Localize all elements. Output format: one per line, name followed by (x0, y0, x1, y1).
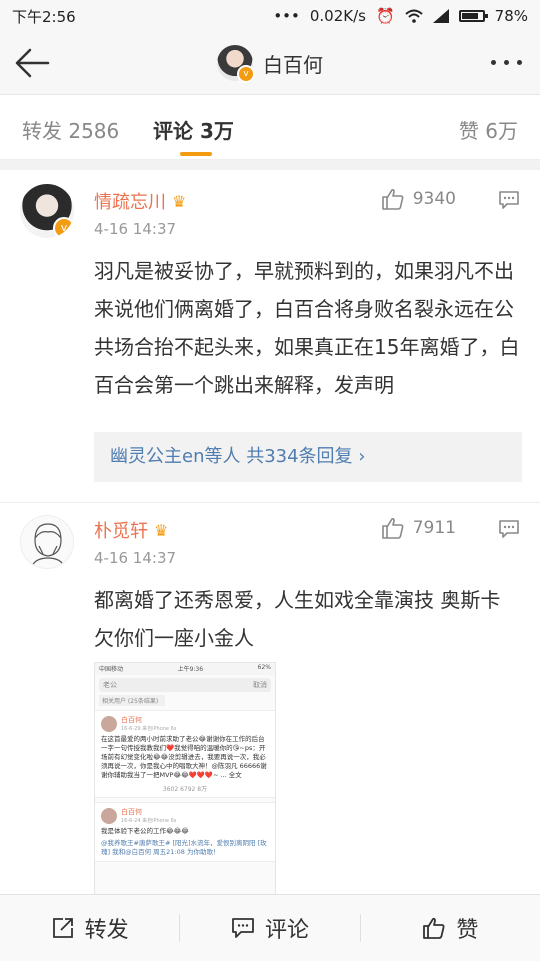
commenter-name[interactable]: 情疏忘川 ♛ (94, 188, 186, 214)
crown-icon: ♛ (154, 520, 169, 540)
more-button[interactable] (486, 50, 526, 74)
image-post-avatar (101, 807, 117, 824)
image-post-header: 白百何 16-6-24 来自iPhone 6s (101, 807, 269, 824)
comment-button[interactable]: 评论 (180, 912, 359, 944)
comment-image[interactable]: 中国移动 上午9:36 62% 老公 取消 相关用户 (25条结果) 白百何 1… (94, 662, 276, 898)
more-dot-icon (516, 59, 522, 65)
comment-time: 4-16 14:37 (94, 220, 177, 238)
reply-button[interactable] (498, 519, 520, 539)
tab-bar: 转发 2586 评论 3万 赞 6万 (0, 95, 540, 160)
status-dots: ••• (273, 7, 300, 25)
wifi-icon (404, 9, 423, 23)
tab-like[interactable]: 赞 6万 (459, 115, 518, 144)
tab-repost[interactable]: 转发 2586 (22, 115, 119, 144)
comment-item: v 情疏忘川 ♛ 4-16 14:37 9340 羽凡是被妥协了，早就预料到的，… (0, 170, 540, 510)
image-post-avatar (101, 715, 117, 732)
nav-avatar: v (217, 45, 255, 83)
active-tab-indicator (180, 152, 212, 156)
image-post: 白百何 16-6-24 来自iPhone 6s 我是体验下老公的工作😂😂😂 @我… (95, 802, 275, 862)
image-post-meta: 16-6-29 来自iPhone 6s (121, 726, 177, 732)
thumbs-up-icon (381, 188, 404, 210)
nav-user[interactable]: v 白百何 (217, 45, 323, 83)
like-count: 9340 (412, 189, 456, 209)
image-battery: 62% (257, 664, 271, 671)
comment-label: 评论 (264, 918, 309, 943)
verified-badge-icon: v (237, 65, 255, 83)
page-title: 白百何 (263, 52, 323, 77)
like-label: 赞 (456, 918, 479, 943)
repost-button[interactable]: 转发 (0, 912, 179, 944)
image-time: 上午9:36 (177, 666, 204, 673)
image-status-bar: 中国移动 上午9:36 62% (95, 663, 275, 675)
sketch-avatar-icon (30, 523, 66, 568)
image-post-footer: @我养歌王#唐萨歌王# [阳光]水流年，爱恨别离阴阳 [玫瑰] 我和@白百何 周… (101, 839, 267, 856)
comment-text: 羽凡是被妥协了，早就预料到的，如果羽凡不出来说他们俩离婚了，白百合将身败名裂永远… (94, 259, 520, 397)
image-post-counts: 3602 6792 8万 (162, 786, 208, 793)
more-dot-icon (503, 59, 509, 65)
alarm-icon: ⏰ (375, 7, 395, 25)
like-button[interactable]: 7911 (381, 517, 456, 539)
like-button-bottom[interactable]: 赞 (361, 912, 540, 944)
comment-bubble-icon (232, 918, 254, 938)
back-button[interactable] (14, 46, 50, 80)
thumbs-up-icon (423, 917, 445, 939)
share-icon (52, 918, 73, 938)
nav-bar: v 白百何 (0, 32, 540, 95)
commenter-avatar[interactable]: v (20, 184, 74, 238)
image-post-name: 白百何 (121, 808, 142, 816)
thumbs-up-icon (381, 517, 404, 539)
image-carrier: 中国移动 (99, 666, 124, 673)
comment-text: 都离婚了还秀恩爱，人生如戏全靠演技 奥斯卡欠你们一座小金人 (94, 588, 501, 650)
reply-summary-link[interactable]: 幽灵公主en等人 共334条回复 › (94, 432, 522, 482)
bottom-action-bar: 转发 评论 赞 (0, 894, 540, 961)
reply-button[interactable] (498, 190, 520, 210)
status-bar: 下午2:56 ••• 0.02K/s ⏰ 78% (0, 0, 540, 32)
commenter-avatar[interactable] (20, 515, 74, 569)
image-post: 白百何 16-6-29 来自iPhone 6s 在这首最爱的两小时前求助了老公😂… (95, 710, 275, 798)
image-post-body: 我是体验下老公的工作😂😂😂 (101, 827, 189, 835)
repost-label: 转发 (84, 918, 129, 943)
comment-bubble-icon (499, 520, 519, 538)
like-count: 7911 (412, 518, 456, 538)
like-button[interactable]: 9340 (381, 188, 456, 210)
network-speed: 0.02K/s (309, 7, 366, 25)
verified-badge-icon: v (53, 217, 74, 238)
signal-icon (432, 9, 449, 23)
battery-percent: 78% (494, 7, 528, 25)
crown-icon: ♛ (172, 191, 187, 211)
comment-time: 4-16 14:37 (94, 549, 177, 567)
more-dot-icon (490, 59, 496, 65)
image-search-text: 老公 (103, 681, 117, 689)
image-post-body: 在这首最爱的两小时前求助了老公😂谢谢你在工作的后台一字一句传授我教我们❤️我觉得… (101, 735, 267, 779)
image-post-meta: 16-6-24 来自iPhone 6s (121, 818, 177, 824)
back-arrow-icon (15, 48, 50, 78)
image-post-header: 白百何 16-6-29 来自iPhone 6s (101, 715, 269, 732)
comment-bubble-icon (499, 191, 519, 209)
status-right: ••• 0.02K/s ⏰ 78% (273, 7, 528, 25)
image-post-name: 白百何 (121, 716, 142, 724)
image-cancel-text: 取消 (253, 681, 267, 689)
commenter-name-text: 朴觅轩 (94, 521, 148, 542)
image-chip: 相关用户 (25条结果) (99, 695, 165, 706)
image-search-bar: 老公 取消 (99, 678, 271, 692)
commenter-name-text: 情疏忘川 (94, 192, 166, 213)
tab-comment[interactable]: 评论 3万 (153, 115, 234, 144)
commenter-name[interactable]: 朴觅轩 ♛ (94, 517, 168, 543)
battery-icon (458, 10, 488, 22)
status-time: 下午2:56 (12, 7, 76, 26)
separator (0, 160, 540, 170)
